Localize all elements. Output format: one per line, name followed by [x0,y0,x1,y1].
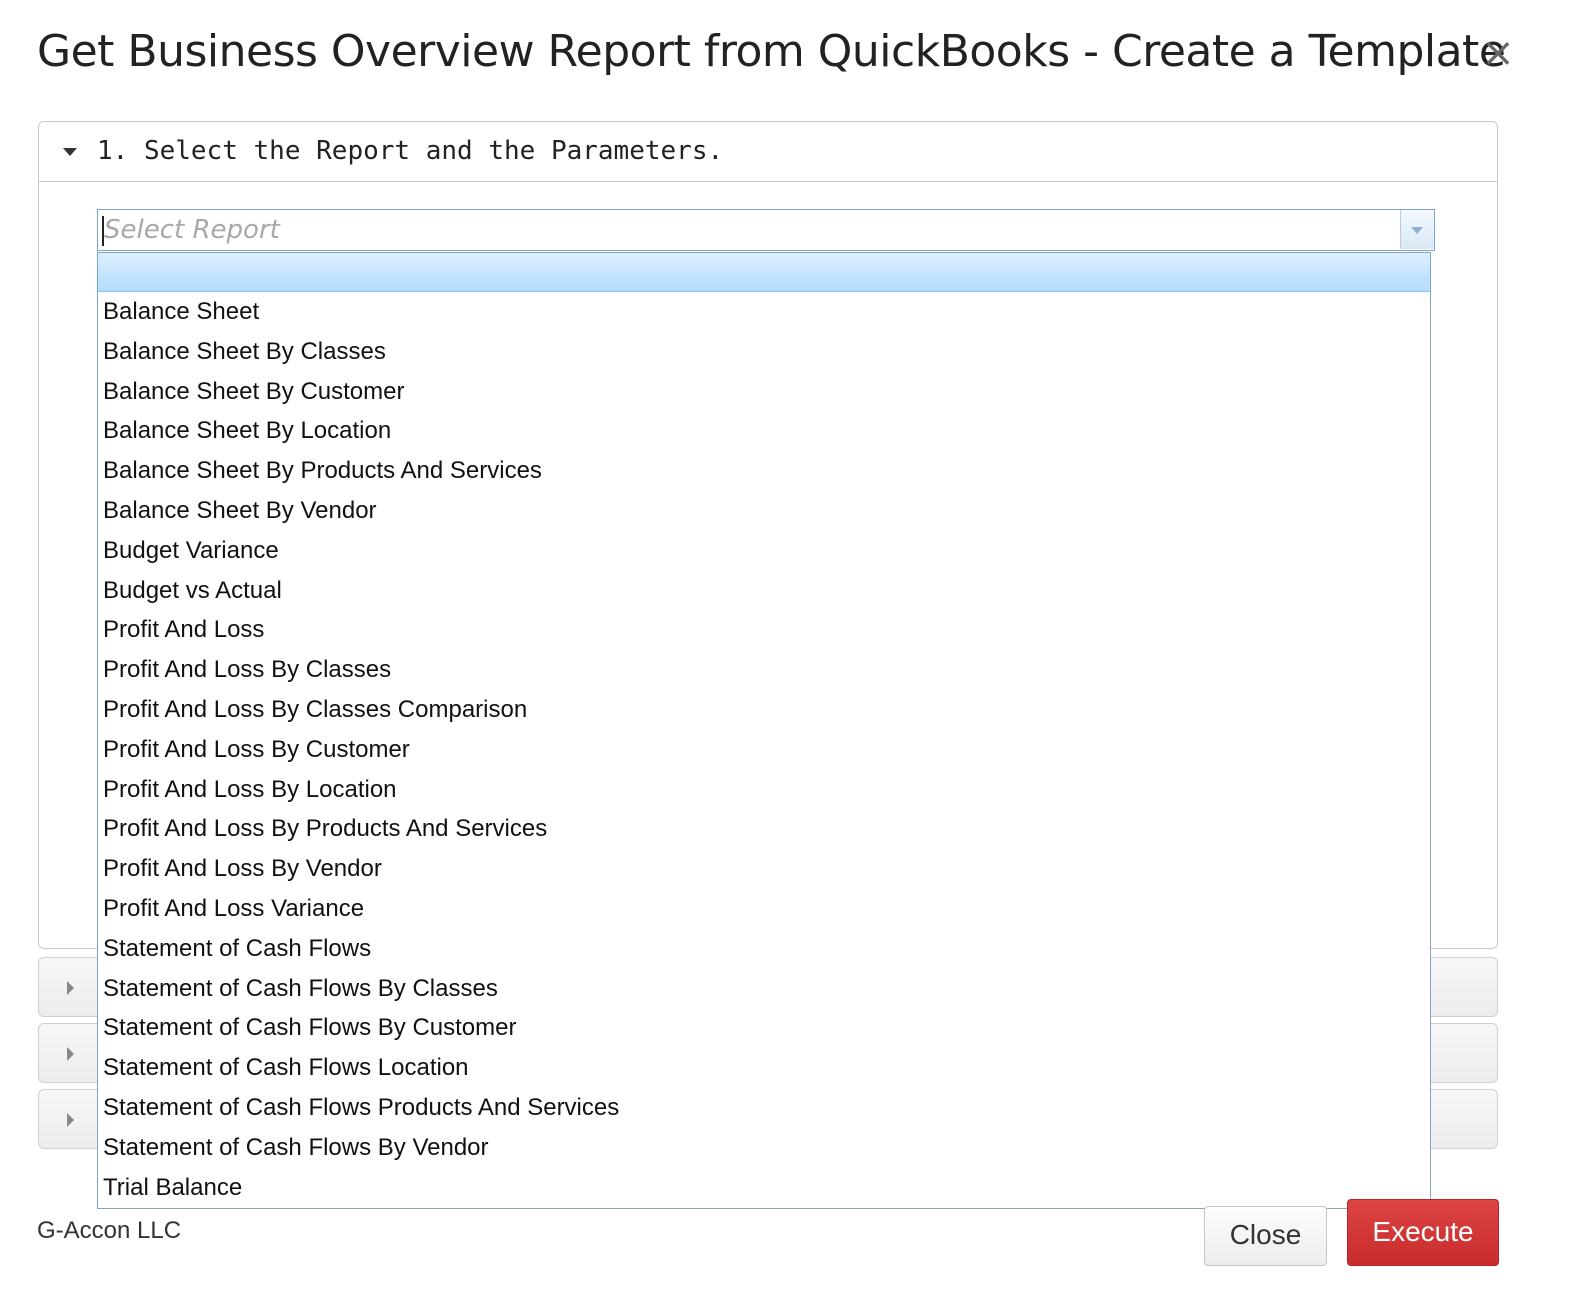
dropdown-option[interactable]: Balance Sheet By Location [98,411,1430,451]
dropdown-option[interactable]: Trial Balance [98,1168,1430,1208]
dropdown-option[interactable]: Budget vs Actual [98,571,1430,611]
dropdown-option[interactable]: Profit And Loss By Classes [98,650,1430,690]
execute-button[interactable]: Execute [1347,1199,1499,1266]
dropdown-empty-option[interactable] [98,253,1430,292]
caret-right-icon [67,1113,74,1127]
company-name: G-Accon LLC [37,1217,182,1244]
dropdown-option[interactable]: Budget Variance [98,531,1430,571]
dropdown-option[interactable]: Profit And Loss By Location [98,770,1430,810]
close-button[interactable]: Close [1204,1206,1327,1266]
dropdown-option[interactable]: Balance Sheet By Customer [98,372,1430,412]
dropdown-option[interactable]: Profit And Loss [98,610,1430,650]
dropdown-option[interactable]: Profit And Loss By Classes Comparison [98,690,1430,730]
caret-down-icon [63,148,77,156]
step1-header[interactable]: 1. Select the Report and the Parameters. [39,122,1497,182]
dropdown-option[interactable]: Statement of Cash Flows Location [98,1048,1430,1088]
dropdown-option[interactable]: Profit And Loss By Customer [98,730,1430,770]
dropdown-option[interactable]: Statement of Cash Flows By Classes [98,969,1430,1009]
dropdown-option[interactable]: Statement of Cash Flows Products And Ser… [98,1088,1430,1128]
dropdown-option[interactable]: Statement of Cash Flows By Vendor [98,1128,1430,1168]
caret-right-icon [67,1047,74,1061]
close-icon[interactable]: × [1481,33,1515,73]
dropdown-option[interactable]: Profit And Loss By Vendor [98,849,1430,889]
report-dropdown-list: Balance Sheet Balance Sheet By Classes Bal… [97,252,1431,1209]
dropdown-option[interactable]: Balance Sheet By Vendor [98,491,1430,531]
caret-right-icon [67,981,74,995]
chevron-down-icon [1411,227,1423,234]
dropdown-option[interactable]: Profit And Loss By Products And Services [98,809,1430,849]
report-select[interactable] [97,209,1435,251]
step1-title: 1. Select the Report and the Parameters. [97,136,724,166]
dropdown-option[interactable]: Profit And Loss Variance [98,889,1430,929]
text-cursor [102,216,104,246]
dropdown-option[interactable]: Balance Sheet [98,292,1430,332]
dropdown-option[interactable]: Balance Sheet By Classes [98,332,1430,372]
dialog-title: Get Business Overview Report from QuickB… [37,26,1506,77]
dropdown-button[interactable] [1400,210,1434,249]
dropdown-option[interactable]: Balance Sheet By Products And Services [98,451,1430,491]
dropdown-option[interactable]: Statement of Cash Flows By Customer [98,1008,1430,1048]
dropdown-option[interactable]: Statement of Cash Flows [98,929,1430,969]
report-select-input[interactable] [100,211,1396,249]
